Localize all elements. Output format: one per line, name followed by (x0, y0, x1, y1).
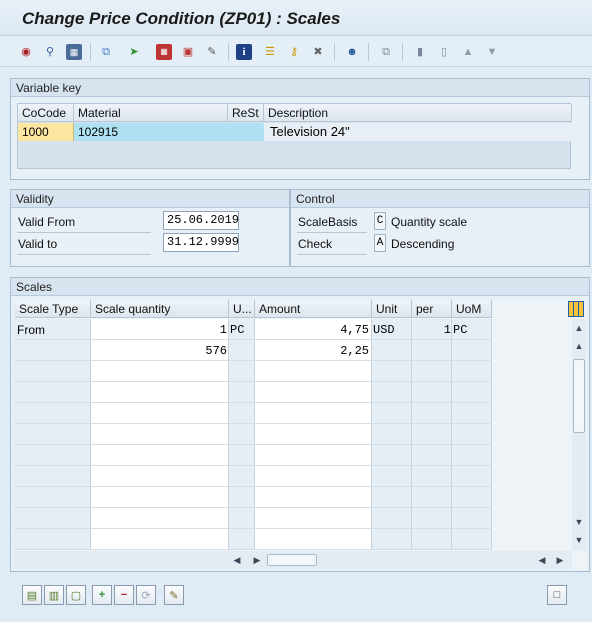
col-rest[interactable]: ReSt (228, 104, 264, 122)
vertical-scrollbar[interactable]: ▲ ▲ ▼ ▼ (572, 319, 586, 550)
scales-title: Scales (11, 278, 589, 296)
col-scale-quantity[interactable]: Scale quantity (91, 300, 229, 318)
cocode-cell[interactable]: 1000 (18, 123, 74, 141)
col-u[interactable]: U... (229, 300, 255, 318)
row1-per[interactable]: 1 (412, 320, 451, 340)
validity-title: Validity (11, 190, 289, 208)
calculator-icon[interactable]: ▦ (156, 44, 172, 60)
horizontal-scrollbar[interactable]: ◀ ▶ ◀ ▶ (15, 551, 572, 569)
check-key[interactable]: A (374, 234, 386, 252)
row2-uom[interactable] (453, 341, 491, 361)
select-all-icon[interactable]: ▤ (22, 585, 42, 605)
valid-to-label: Valid to (18, 237, 58, 251)
variable-key-panel: Variable key CoCode Material ReSt Descri… (10, 78, 590, 180)
check-text: Descending (391, 237, 455, 251)
scroll-bottom-icon[interactable]: ▼ (572, 533, 586, 547)
tools-icon[interactable]: ✖ (310, 44, 326, 60)
scale-basis-label: ScaleBasis (298, 215, 358, 229)
control-panel: Control ScaleBasis C Quantity scale Chec… (290, 189, 590, 267)
hierarchy-icon[interactable]: ☰ (262, 44, 278, 60)
scroll-top-icon[interactable]: ▲ (572, 321, 586, 335)
table-settings-icon[interactable] (568, 301, 584, 317)
row2-u[interactable] (230, 341, 255, 361)
scales-table: Scale Type Scale quantity U... Amount Un… (15, 300, 587, 570)
valid-from-field[interactable]: 25.06.2019 (163, 211, 239, 230)
col-scale-type[interactable]: Scale Type (15, 300, 91, 318)
row1-scale-quantity[interactable]: 1 (91, 320, 227, 340)
col-uom[interactable]: UoM (452, 300, 492, 318)
info-icon[interactable]: i (236, 44, 252, 60)
description-cell: Television 24" (264, 123, 572, 141)
person-icon[interactable]: ☻ (344, 44, 360, 60)
gift-icon[interactable]: ▣ (180, 44, 196, 60)
page-prev-icon[interactable]: ▯ (436, 44, 452, 60)
validity-panel: Validity Valid From 25.06.2019 Valid to … (10, 189, 290, 267)
page-first-icon[interactable]: ▮ (412, 44, 428, 60)
row1-u[interactable]: PC (230, 320, 255, 340)
valid-to-field[interactable]: 31.12.9999 (163, 233, 239, 252)
deselect-all-icon[interactable]: ▢ (66, 585, 86, 605)
scroll-right-icon[interactable]: ▶ (250, 553, 264, 567)
col-unit[interactable]: Unit (372, 300, 412, 318)
title-bar: Change Price Condition (ZP01) : Scales (0, 0, 592, 36)
scroll-far-left-icon[interactable]: ◀ (535, 553, 549, 567)
keys-icon[interactable]: ⚷ (286, 44, 302, 60)
material-cell[interactable]: 102915 (74, 123, 264, 141)
select-block-icon[interactable]: ▥ (44, 585, 64, 605)
col-per[interactable]: per (412, 300, 452, 318)
col-description[interactable]: Description (264, 104, 572, 122)
col-cocode[interactable]: CoCode (18, 104, 74, 122)
scales-panel: Scales Scale Type Scale quantity U... Am… (10, 277, 590, 572)
check-label: Check (298, 237, 333, 251)
copy-icon[interactable]: ⧉ (98, 44, 114, 60)
scroll-far-right-icon[interactable]: ▶ (553, 553, 567, 567)
row2-scale-quantity[interactable]: 576 (91, 341, 227, 361)
scale-basis-text: Quantity scale (391, 215, 468, 229)
find-icon[interactable]: ⚲ (42, 44, 58, 60)
undo-icon[interactable]: ⟳ (136, 585, 156, 605)
new-document-icon[interactable]: □ (547, 585, 567, 605)
variable-key-title: Variable key (11, 79, 589, 97)
application-toolbar: ◉ ⚲ ▦ ⧉ ➤ ▦ ▣ ✎ i ☰ ⚷ ✖ ☻ ⧉ ▮ ▯ ▲ ▼ (0, 37, 592, 67)
scale-basis-key[interactable]: C (374, 212, 386, 230)
row2-unit[interactable] (373, 341, 411, 361)
scroll-left-icon[interactable]: ◀ (230, 553, 244, 567)
control-title: Control (291, 190, 589, 208)
scroll-down-icon[interactable]: ▼ (572, 515, 586, 529)
h-scroll-thumb[interactable] (267, 554, 317, 566)
clipboard-icon[interactable]: ✎ (164, 585, 184, 605)
col-material[interactable]: Material (74, 104, 228, 122)
customer-icon[interactable]: ◉ (18, 44, 34, 60)
valid-from-label: Valid From (18, 215, 76, 229)
delete-row-icon[interactable]: − (114, 585, 134, 605)
insert-row-icon[interactable]: + (92, 585, 112, 605)
row2-amount[interactable]: 2,25 (255, 341, 369, 361)
row1-scale-type: From (17, 323, 45, 337)
up-arrow-icon[interactable]: ▲ (460, 44, 476, 60)
detail-icon[interactable]: ▦ (66, 44, 82, 60)
edit-icon[interactable]: ✎ (204, 44, 220, 60)
window-title: Change Price Condition (ZP01) : Scales (22, 9, 341, 28)
scroll-up-icon[interactable]: ▲ (572, 339, 586, 353)
col-amount[interactable]: Amount (255, 300, 372, 318)
forward-icon[interactable]: ➤ (126, 44, 142, 60)
row1-unit[interactable]: USD (373, 320, 411, 340)
down-arrow-icon[interactable]: ▼ (484, 44, 500, 60)
row1-uom[interactable]: PC (453, 320, 491, 340)
row2-scale-type (17, 341, 87, 361)
scroll-thumb[interactable] (573, 359, 585, 433)
row2-per[interactable] (412, 341, 451, 361)
variable-key-table: CoCode Material ReSt Description 1000 10… (17, 103, 572, 169)
row1-amount[interactable]: 4,75 (255, 320, 369, 340)
copy-doc-icon[interactable]: ⧉ (378, 44, 394, 60)
